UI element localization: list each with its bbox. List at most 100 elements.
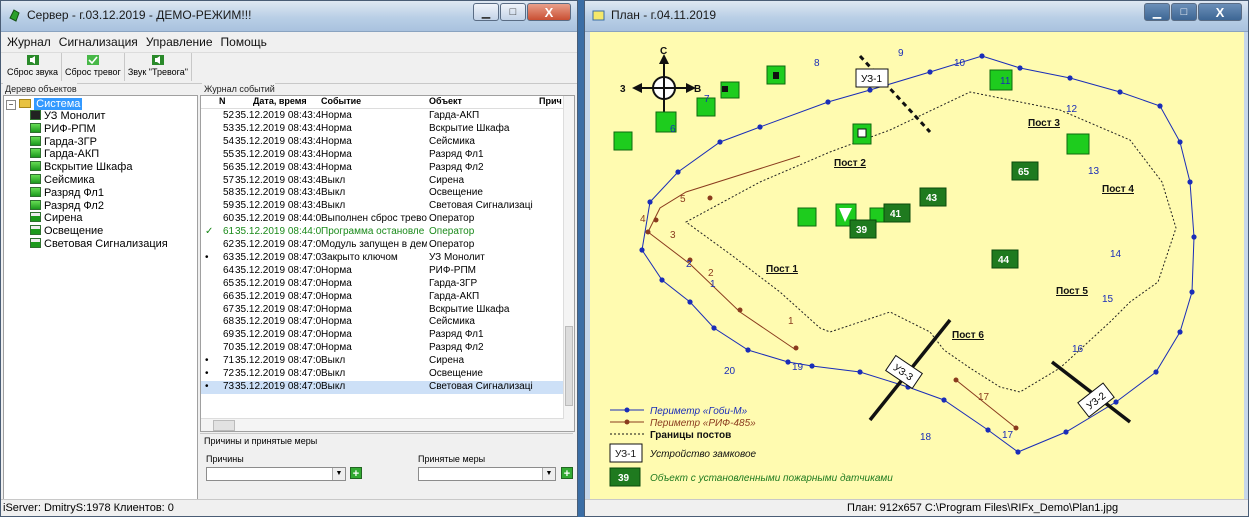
table-row[interactable]: • 73 35.12.2019 08:47:0(Выкл Световая Сигна… xyxy=(201,380,564,394)
reset-sound-button[interactable]: Сброс звука xyxy=(4,53,63,81)
lock-device[interactable]: УЗ-1 xyxy=(855,68,889,88)
tree-item[interactable]: Разряд Фл1 xyxy=(30,186,104,199)
perimeter-node xyxy=(757,124,763,130)
table-row[interactable]: 70 35.12.2019 08:47:0(Норма Разряд Фл2 xyxy=(201,342,564,355)
table-row[interactable]: • 63 35.12.2019 08:47:0(Закрыто ключом УЗ М… xyxy=(201,252,564,265)
table-row[interactable]: ✓ 61 35.12.2019 08:44:0(Программа остановл… xyxy=(201,226,564,239)
close-button[interactable]: X xyxy=(527,3,571,21)
table-row[interactable]: 66 35.12.2019 08:47:0(Норма Гарда-АКП xyxy=(201,291,564,304)
minimize-button[interactable]: ▁ xyxy=(1144,3,1170,21)
legend-lock-label: Устройство замковое xyxy=(649,449,757,460)
fence-sensor-icon[interactable] xyxy=(613,131,633,151)
measures-select[interactable]: ▼ xyxy=(418,467,556,481)
perimeter-number: 9 xyxy=(898,48,904,59)
cell-dt: 35.12.2019 08:47:0( xyxy=(235,380,321,392)
tree-item[interactable]: Сейсмика xyxy=(30,174,95,186)
cell-event: Норма xyxy=(321,303,352,315)
rif-node xyxy=(645,229,651,235)
table-row[interactable]: 53 35.12.2019 08:43:4(Норма Вскрытие Шкафа xyxy=(201,123,564,136)
perimeter-node xyxy=(1015,449,1021,455)
switch-off-icon xyxy=(30,212,41,223)
table-row[interactable]: 69 35.12.2019 08:47:0(Норма Разряд Фл1 xyxy=(201,329,564,342)
tree-item[interactable]: УЗ Монолит xyxy=(30,110,105,122)
perimeter-node xyxy=(1017,65,1023,71)
alarm-sound-button[interactable]: Звук "Тревога" xyxy=(125,53,192,81)
close-button[interactable]: X xyxy=(1198,3,1242,21)
menu-journal[interactable]: Журнал xyxy=(7,35,51,49)
col-datetime[interactable]: Дата, время xyxy=(253,96,307,106)
table-row[interactable]: • 71 35.12.2019 08:47:0(Выкл Сирена xyxy=(201,355,564,368)
add-cause-button[interactable]: + xyxy=(350,467,362,480)
journal-title: Журнал событий xyxy=(202,83,275,95)
post-label: Пост 1 xyxy=(766,264,798,275)
tree-item[interactable]: Световая Сигнализация xyxy=(30,238,168,250)
maximize-button[interactable]: □ xyxy=(1171,3,1197,21)
add-measure-button[interactable]: + xyxy=(561,467,573,480)
causes-select[interactable]: ▼ xyxy=(206,467,346,481)
sensor-icon xyxy=(30,161,41,172)
perimeter-node xyxy=(857,369,863,375)
collapse-icon[interactable]: − xyxy=(6,100,16,110)
table-row[interactable]: 59 35.12.2019 08:43:4(Выкл Световая Сигнал… xyxy=(201,200,564,213)
table-row[interactable]: 57 35.12.2019 08:43:4(Выкл Сирена xyxy=(201,175,564,188)
perimeter-number: 1 xyxy=(710,279,716,290)
perimeter-node xyxy=(687,299,693,305)
table-row[interactable]: 54 35.12.2019 08:43:4(Норма Сейсмика xyxy=(201,136,564,149)
table-row[interactable]: 56 35.12.2019 08:43:4(Норма Разряд Фл2 xyxy=(201,162,564,175)
tree-item[interactable]: РИФ-РПМ xyxy=(30,122,96,135)
perimeter-rif-line xyxy=(955,379,1017,429)
col-n[interactable]: N xyxy=(219,96,226,106)
col-object[interactable]: Объект xyxy=(429,96,462,106)
minimize-button[interactable]: ▁ xyxy=(473,3,499,21)
sensor-icon xyxy=(30,199,41,210)
menu-help[interactable]: Помощь xyxy=(221,35,267,49)
perimeter-node xyxy=(1189,289,1195,295)
table-row[interactable]: 64 35.12.2019 08:47:0(Норма РИФ-РПМ xyxy=(201,265,564,278)
rif-node xyxy=(707,195,713,201)
switch-off-icon xyxy=(30,225,41,236)
hscrollbar[interactable] xyxy=(201,418,564,431)
journal-scrollbar[interactable] xyxy=(563,96,574,431)
table-row[interactable]: 67 35.12.2019 08:47:0(Норма Вскрытие Шкафа xyxy=(201,304,564,317)
table-row[interactable]: • 72 35.12.2019 08:47:0(Выкл Освещение xyxy=(201,368,564,381)
tree-root[interactable]: − Система xyxy=(6,98,83,110)
tree-item[interactable]: Освещение xyxy=(30,225,103,237)
server-titlebar[interactable]: Сервер - г.03.12.2019 - ДЕМО-РЕЖИМ!!! ▁ … xyxy=(1,1,577,32)
tree-item[interactable]: Вскрытие Шкафа xyxy=(30,161,132,173)
table-row[interactable]: 65 35.12.2019 08:47:0(Норма Гарда-3ГР xyxy=(201,278,564,291)
table-row[interactable]: 68 35.12.2019 08:47:0(Норма Сейсмика xyxy=(201,316,564,329)
table-row[interactable]: 55 35.12.2019 08:43:4(Норма Разряд Фл1 xyxy=(201,149,564,162)
maximize-button[interactable]: □ xyxy=(500,3,526,21)
fire-object-number: 65 xyxy=(1018,167,1030,178)
reset-alarms-button[interactable]: Сброс тревог xyxy=(62,53,125,81)
tree-item[interactable]: Гарда-3ГР xyxy=(30,135,97,148)
table-row[interactable]: 62 35.12.2019 08:47:0(Модуль запущен в де… xyxy=(201,239,564,252)
cell-dt: 35.12.2019 08:47:0( xyxy=(235,316,321,328)
plan-map[interactable]: С 3 В 65 43 44 41 39 Пост 1 Пост 2 Пост 3 Пост 4 Пос… xyxy=(590,32,1244,502)
gate-device-icon[interactable] xyxy=(1066,133,1090,155)
menu-control[interactable]: Управление xyxy=(146,35,213,49)
perimeter-node xyxy=(711,325,717,331)
cell-object: Вскрытие Шкафа xyxy=(429,122,510,134)
scroll-thumb[interactable] xyxy=(565,326,573,406)
tree-item[interactable]: Сирена xyxy=(30,212,83,224)
table-row[interactable]: 60 35.12.2019 08:44:0 Выполнен сброс трево… xyxy=(201,213,564,226)
menu-alarm[interactable]: Сигнализация xyxy=(59,35,138,49)
col-event[interactable]: Событие xyxy=(321,96,361,106)
cell-event: Модуль запущен в дем xyxy=(321,239,427,250)
legend-boundary-label: Границы постов xyxy=(650,430,731,441)
perimeter-number: 7 xyxy=(704,94,710,105)
alarm-device-icon[interactable] xyxy=(797,207,817,227)
perimeter-node xyxy=(1063,429,1069,435)
cell-object: Разряд Фл1 xyxy=(429,329,484,341)
switch-off-icon xyxy=(30,238,41,248)
rif-number: 3 xyxy=(670,230,676,241)
col-cause[interactable]: Прич xyxy=(539,96,562,106)
plan-titlebar[interactable]: План - г.04.11.2019 ▁ □ X xyxy=(585,1,1248,32)
table-row[interactable]: 52 35.12.2019 08:43:4(Норма Гарда-АКП xyxy=(201,110,564,123)
table-row[interactable]: 58 35.12.2019 08:43:4(Выкл Освещение xyxy=(201,187,564,200)
tree-item[interactable]: Гарда-АКП xyxy=(30,148,99,160)
lock-icon xyxy=(30,110,41,120)
checkmark-icon xyxy=(86,55,99,65)
tree-item[interactable]: Разряд Фл2 xyxy=(30,199,104,212)
